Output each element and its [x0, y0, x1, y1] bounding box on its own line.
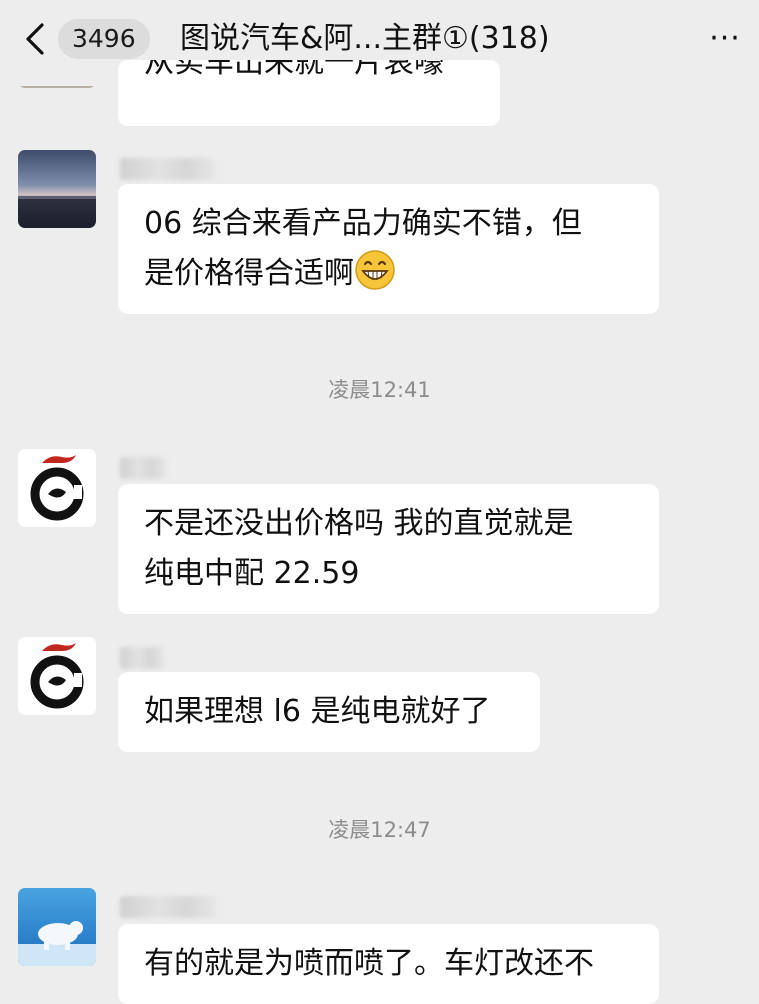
message-text: 如果理想 l6 是纯电就好了	[144, 694, 491, 729]
message-text-line1: 06 综合来看产品力确实不错，但	[144, 206, 582, 241]
ink-swirl-logo-icon	[30, 455, 84, 521]
more-options-icon[interactable]: ···	[705, 18, 745, 60]
message-text: 从实车出来就一片哀嚎	[144, 60, 444, 80]
unread-count-badge[interactable]: 3496	[58, 19, 150, 59]
avatar[interactable]	[18, 888, 96, 966]
sender-name-blurred	[120, 647, 164, 669]
sender-name-blurred	[120, 158, 216, 180]
message-bubble[interactable]: 不是还没出价格吗 我的直觉就是 纯电中配 22.59	[118, 484, 659, 614]
message-bubble[interactable]: 有的就是为喷而喷了。车灯改还不	[118, 924, 659, 1004]
message-bubble[interactable]: 06 综合来看产品力确实不错，但 是价格得合适啊	[118, 184, 659, 314]
message-text-line2: 是价格得合适啊	[144, 249, 633, 299]
avatar[interactable]	[18, 637, 96, 715]
avatar[interactable]	[18, 150, 96, 228]
ink-swirl-logo-icon	[30, 643, 84, 709]
sender-name-blurred	[120, 457, 166, 479]
message-bubble[interactable]: 从实车出来就一片哀嚎	[118, 60, 500, 126]
message-bubble[interactable]: 如果理想 l6 是纯电就好了	[118, 672, 540, 752]
message-text-line2-text: 是价格得合适啊	[144, 256, 354, 291]
timestamp: 凌晨12:47	[328, 818, 431, 842]
timestamp: 凌晨12:41	[328, 378, 431, 402]
polar-bear-icon	[18, 921, 96, 966]
message-text: 有的就是为喷而喷了。车灯改还不	[144, 946, 594, 981]
grinning-face-emoji-icon	[355, 250, 395, 290]
chat-title: 图说汽车&阿...主群①(318)	[180, 21, 550, 56]
avatar-horizon-line	[18, 196, 96, 199]
avatar[interactable]	[18, 449, 96, 527]
back-arrow-icon[interactable]	[22, 22, 50, 56]
sender-name-blurred	[120, 896, 216, 918]
message-text-line2: 纯电中配 22.59	[144, 556, 360, 591]
message-text-line1: 不是还没出价格吗 我的直觉就是	[144, 506, 574, 541]
